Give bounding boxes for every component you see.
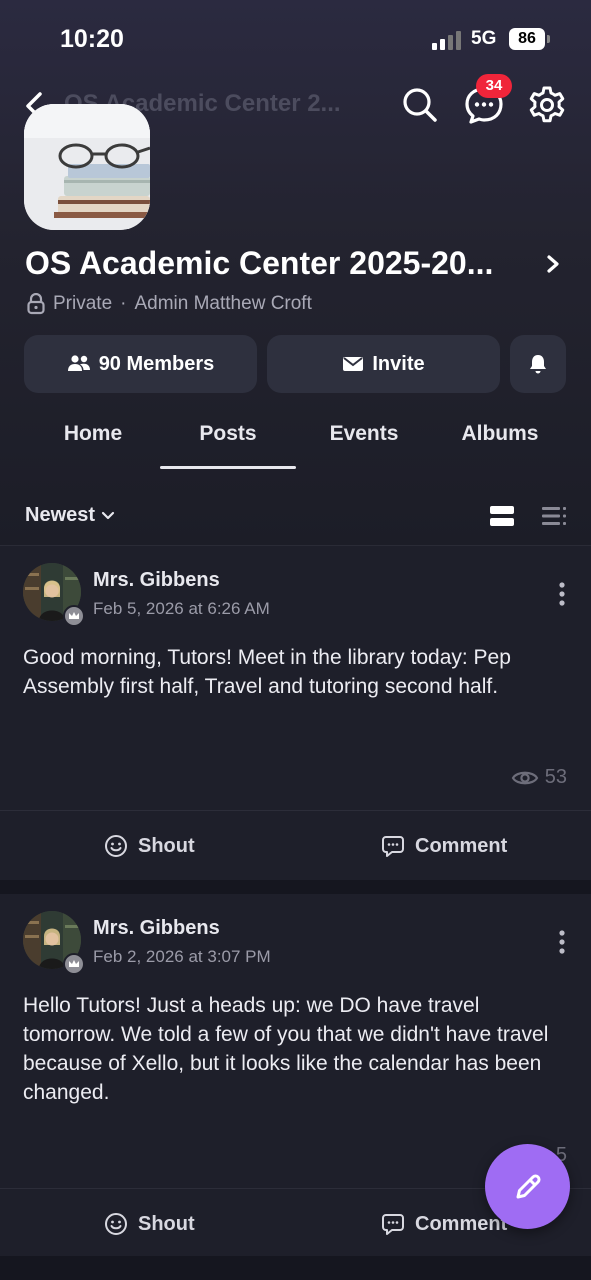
post-text: Hello Tutors! Just a heads up: we DO hav…	[23, 994, 549, 1104]
post-date: Feb 5, 2026 at 6:26 AM	[93, 599, 270, 618]
tab-events[interactable]: Events	[296, 422, 432, 446]
view-count: 53	[511, 766, 567, 789]
crown-icon	[63, 605, 85, 627]
privacy-label: Private	[53, 293, 113, 314]
admin-label[interactable]: Admin Matthew Croft	[134, 293, 311, 315]
smile-icon	[105, 1213, 127, 1235]
sort-label: Newest	[25, 504, 96, 526]
sort-row: Newest	[0, 490, 591, 544]
comment-label: Comment	[415, 1212, 508, 1235]
chevron-down-icon	[101, 511, 115, 519]
tab-albums[interactable]: Albums	[432, 422, 568, 446]
mail-icon	[343, 357, 364, 371]
post-separator	[0, 1256, 591, 1280]
group-meta: Private · Admin Matthew Croft	[26, 292, 312, 316]
more-icon[interactable]	[555, 928, 569, 956]
chat-badge: 34	[476, 74, 512, 98]
members-label: 90 Members	[98, 352, 215, 375]
members-button[interactable]: 90 Members	[24, 335, 257, 393]
eye-icon	[511, 771, 539, 784]
tab-posts[interactable]: Posts	[160, 422, 296, 446]
comment-label: Comment	[415, 834, 508, 857]
pencil-icon	[516, 1173, 541, 1198]
comment-button[interactable]: Comment	[381, 1212, 507, 1236]
smile-icon	[105, 835, 127, 857]
comment-button[interactable]: Comment	[381, 834, 507, 858]
search-icon[interactable]	[401, 86, 439, 124]
group-tabs: Home Posts Events Albums	[0, 410, 591, 470]
more-icon[interactable]	[555, 580, 569, 608]
lock-icon	[27, 293, 45, 315]
group-photo[interactable]	[24, 104, 150, 230]
gear-icon[interactable]	[527, 85, 567, 125]
active-tab-indicator	[160, 466, 296, 469]
shout-label: Shout	[138, 834, 195, 857]
post-separator	[0, 880, 591, 894]
shout-button[interactable]: Shout	[104, 834, 195, 858]
post-author[interactable]: Mrs. Gibbens	[93, 917, 220, 940]
list-view-icon[interactable]	[541, 504, 567, 528]
view-count-label: 53	[544, 766, 567, 788]
network-label: 5G	[471, 28, 497, 49]
meta-separator: ·	[120, 293, 127, 314]
status-bar: 10:20 5G 86	[0, 0, 591, 78]
status-time: 10:20	[60, 25, 124, 53]
chevron-right-icon[interactable]	[543, 252, 563, 276]
post-author[interactable]: Mrs. Gibbens	[93, 569, 220, 592]
battery-tip	[547, 35, 550, 43]
post-card[interactable]: Mrs. Gibbens Feb 5, 2026 at 6:26 AM Good…	[0, 546, 591, 880]
comment-icon	[382, 1214, 404, 1235]
group-title[interactable]: OS Academic Center 2025-20...	[25, 245, 493, 282]
members-icon	[67, 355, 90, 371]
shout-button[interactable]: Shout	[104, 1212, 195, 1236]
comment-icon	[382, 836, 404, 857]
tab-home[interactable]: Home	[25, 422, 161, 446]
divider	[0, 810, 591, 811]
shout-label: Shout	[138, 1212, 195, 1235]
signal-icon	[432, 30, 464, 50]
post-date: Feb 2, 2026 at 3:07 PM	[93, 947, 271, 966]
invite-label: Invite	[372, 352, 425, 375]
card-view-icon[interactable]	[489, 504, 515, 528]
compose-button[interactable]	[485, 1144, 570, 1229]
sort-dropdown[interactable]: Newest	[25, 504, 115, 527]
notifications-button[interactable]	[510, 335, 566, 393]
invite-button[interactable]: Invite	[267, 335, 500, 393]
crown-icon	[63, 953, 85, 975]
battery-icon: 86	[509, 28, 545, 50]
post-text: Good morning, Tutors! Meet in the librar…	[23, 646, 511, 698]
bell-icon	[530, 355, 546, 374]
